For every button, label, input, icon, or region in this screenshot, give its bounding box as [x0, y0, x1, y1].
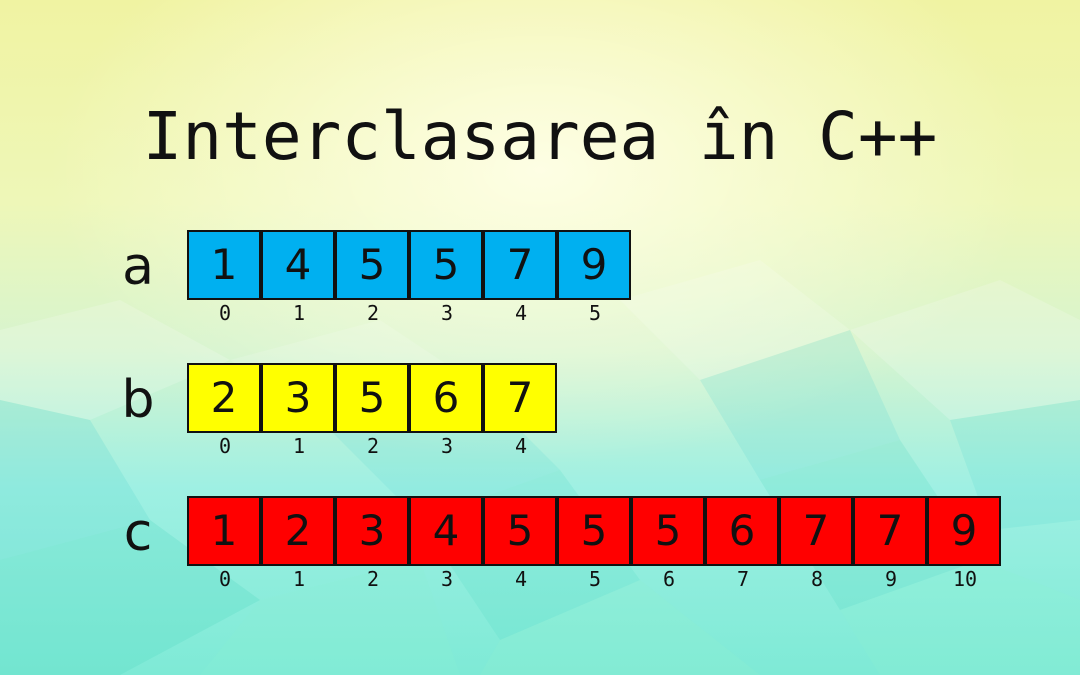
cell-value: 5: [335, 230, 409, 300]
array-row-b: b 2031526374: [0, 363, 1080, 457]
cell-value: 3: [335, 496, 409, 566]
cell-value: 5: [631, 496, 705, 566]
array-cell-c-5: 55: [557, 496, 632, 590]
cell-value: 2: [261, 496, 335, 566]
array-cell-b-3: 63: [409, 363, 484, 457]
array-cell-c-0: 10: [187, 496, 262, 590]
array-cell-a-1: 41: [261, 230, 336, 324]
cell-value: 4: [261, 230, 335, 300]
cell-index: 2: [366, 567, 380, 591]
array-cell-a-3: 53: [409, 230, 484, 324]
cell-index: 2: [366, 301, 380, 325]
cell-value: 5: [557, 496, 631, 566]
cell-index: 5: [588, 301, 602, 325]
cell-value: 4: [409, 496, 483, 566]
array-cell-a-4: 74: [483, 230, 558, 324]
cell-value: 5: [483, 496, 557, 566]
array-cell-b-0: 20: [187, 363, 262, 457]
array-row-c: c 1 0 2 1 3 2 4 3 5 4 5 5 5 6 6 7 7 8 7 9 9 10: [0, 496, 1080, 590]
cell-index: 6: [662, 567, 676, 591]
cell-index: 3: [440, 301, 454, 325]
array-name-b: b: [121, 370, 155, 430]
cell-index: 8: [810, 567, 824, 591]
array-cell-b-4: 74: [483, 363, 558, 457]
cell-value: 6: [409, 363, 483, 433]
array-cell-b-2: 52: [335, 363, 410, 457]
cell-index: 9: [884, 567, 898, 591]
array-row-a: a 104152537495: [0, 230, 1080, 324]
cell-value: 9: [557, 230, 631, 300]
cell-index: 4: [514, 301, 528, 325]
cell-index: 4: [514, 434, 528, 458]
array-cell-c-4: 54: [483, 496, 558, 590]
cell-index: 3: [440, 434, 454, 458]
cell-value: 1: [187, 230, 261, 300]
cell-index: 4: [514, 567, 528, 591]
cell-value: 7: [779, 496, 853, 566]
array-cell-b-1: 31: [261, 363, 336, 457]
cell-index: 1: [292, 567, 306, 591]
array-cell-a-2: 52: [335, 230, 410, 324]
cell-index: 1: [292, 301, 306, 325]
cell-value: 7: [483, 230, 557, 300]
cell-index: 5: [588, 567, 602, 591]
array-cell-a-5: 95: [557, 230, 632, 324]
cell-index: 3: [440, 567, 454, 591]
cell-value: 5: [409, 230, 483, 300]
array-cell-c-10: 9 10: [927, 496, 1002, 590]
array-cell-c-7: 67: [705, 496, 780, 590]
cell-index: 10: [952, 567, 978, 591]
cell-value: 3: [261, 363, 335, 433]
cell-value: 5: [335, 363, 409, 433]
array-cell-a-0: 10: [187, 230, 262, 324]
cell-value: 9: [927, 496, 1001, 566]
array-name-a: a: [122, 237, 154, 297]
array-cell-c-2: 32: [335, 496, 410, 590]
cell-index: 7: [736, 567, 750, 591]
array-cell-c-6: 56: [631, 496, 706, 590]
array-cell-c-8: 78: [779, 496, 854, 590]
cell-index: 0: [218, 434, 232, 458]
cell-value: 6: [705, 496, 779, 566]
array-cell-c-9: 79: [853, 496, 928, 590]
cell-value: 2: [187, 363, 261, 433]
cell-value: 7: [483, 363, 557, 433]
page-title: Interclasarea în C++: [142, 98, 938, 175]
cell-index: 2: [366, 434, 380, 458]
array-cell-c-1: 21: [261, 496, 336, 590]
array-cell-c-3: 43: [409, 496, 484, 590]
cell-value: 7: [853, 496, 927, 566]
array-name-c: c: [123, 503, 153, 563]
cell-index: 0: [218, 301, 232, 325]
cell-value: 1: [187, 496, 261, 566]
cell-index: 0: [218, 567, 232, 591]
cell-index: 1: [292, 434, 306, 458]
